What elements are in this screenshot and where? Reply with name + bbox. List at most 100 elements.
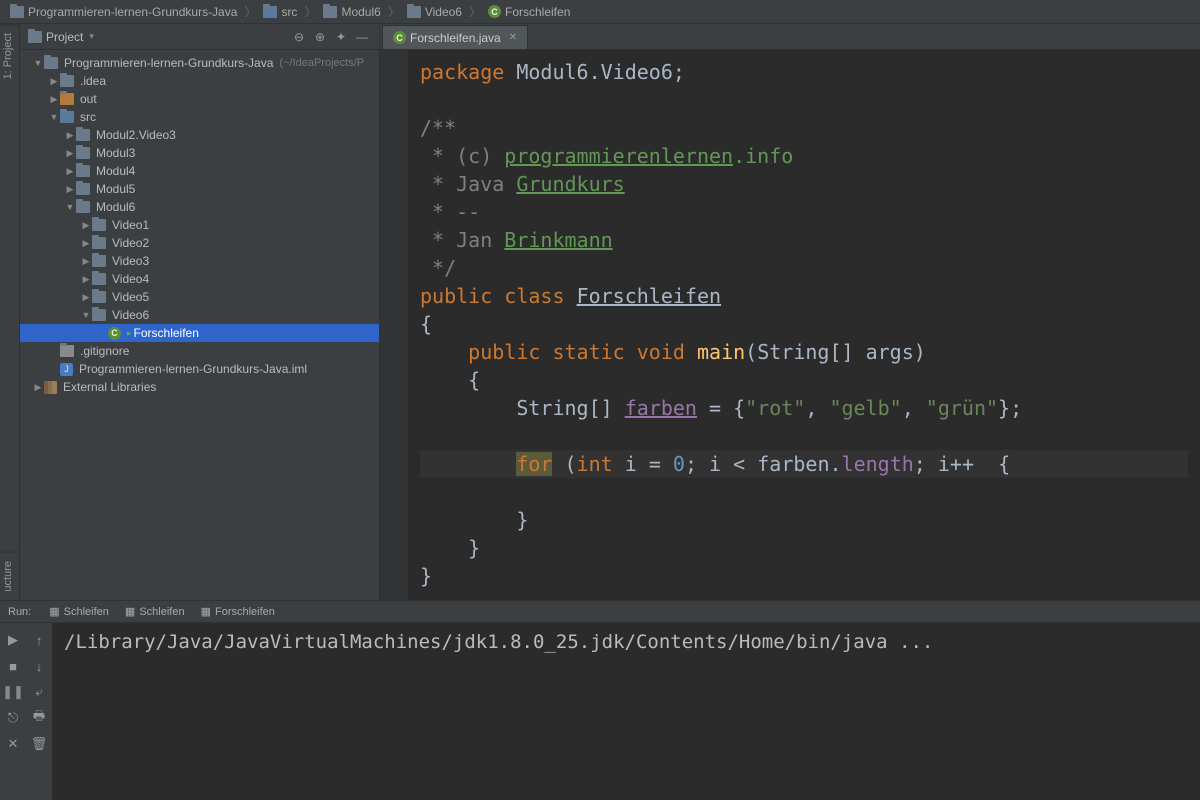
chevron-right-icon[interactable]: ▶ xyxy=(80,238,92,249)
pause-button[interactable]: ❚❚ xyxy=(2,681,24,703)
project-tool-tab[interactable]: 1: Project xyxy=(0,24,19,87)
chevron-down-icon[interactable]: ▼ xyxy=(32,58,44,68)
tree-item[interactable]: ▶ Video2 xyxy=(20,234,379,252)
breadcrumb-item[interactable]: CForschleifen xyxy=(484,5,574,19)
project-icon xyxy=(28,31,42,43)
folder-icon xyxy=(92,219,106,231)
down-button[interactable]: ↓ xyxy=(28,655,50,677)
tree-item-label: Video3 xyxy=(112,254,149,268)
folder-icon xyxy=(10,6,24,18)
editor-gutter xyxy=(380,50,408,600)
tree-item[interactable]: ▶ Video5 xyxy=(20,288,379,306)
tree-item-label: Programmieren-lernen-Grundkurs-Java xyxy=(64,56,273,70)
console-output[interactable]: /Library/Java/JavaVirtualMachines/jdk1.8… xyxy=(52,623,1200,800)
breadcrumb-item[interactable]: Programmieren-lernen-Grundkurs-Java xyxy=(6,5,241,19)
folder-icon xyxy=(76,183,90,195)
chevron-down-icon[interactable]: ▼ xyxy=(80,310,92,320)
chevron-right-icon[interactable]: ▶ xyxy=(48,76,60,87)
tree-item[interactable]: ▶ .idea xyxy=(20,72,379,90)
collapse-all-button[interactable]: ⊖ xyxy=(290,28,308,46)
trash-button[interactable]: 🗑 xyxy=(28,733,50,755)
run-config-tab[interactable]: ▦ Schleifen xyxy=(41,605,117,618)
tree-item[interactable]: ▶ External Libraries xyxy=(20,378,379,396)
tree-item-label: Programmieren-lernen-Grundkurs-Java.iml xyxy=(79,362,307,376)
tree-item[interactable]: ▶Modul3 xyxy=(20,144,379,162)
chevron-right-icon[interactable]: ▶ xyxy=(80,274,92,285)
chevron-down-icon[interactable]: ▼ xyxy=(64,202,76,212)
tree-item-label: Video5 xyxy=(112,290,149,304)
left-tool-stripe: 1: Project ucture xyxy=(0,24,20,600)
chevron-right-icon[interactable]: ▶ xyxy=(80,256,92,267)
print-button[interactable]: 🖶 xyxy=(28,707,50,729)
scroll-to-source-button[interactable]: ⊕ xyxy=(311,28,329,46)
breadcrumb-item[interactable]: Modul6 xyxy=(319,5,384,19)
editor-tab-label: Forschleifen.java xyxy=(410,31,501,45)
wrap-button[interactable]: ⤶ xyxy=(28,681,50,703)
chevron-right-icon[interactable]: ▶ xyxy=(64,130,76,141)
class-icon: C xyxy=(488,5,501,18)
library-icon xyxy=(44,381,57,394)
code-area[interactable]: package Modul6.Video6; /** * (c) program… xyxy=(408,50,1200,600)
breadcrumb-item[interactable]: src xyxy=(259,5,301,19)
project-tool-header: Project ▾ ⊖ ⊕ ✦ — xyxy=(20,24,379,50)
tree-item-label: External Libraries xyxy=(63,380,156,394)
tree-item[interactable]: ▶Modul2.Video3 xyxy=(20,126,379,144)
tree-item-label: Forschleifen xyxy=(134,326,199,340)
project-tree[interactable]: ▼ Programmieren-lernen-Grundkurs-Java (~/I… xyxy=(20,50,379,600)
folder-icon xyxy=(76,165,90,177)
chevron-right-icon: 〉 xyxy=(244,3,256,20)
tree-item[interactable]: ▼Video6 xyxy=(20,306,379,324)
tree-item-selected[interactable]: C▸Forschleifen xyxy=(20,324,379,342)
chevron-right-icon[interactable]: ▶ xyxy=(80,220,92,231)
tree-item[interactable]: ▼src xyxy=(20,108,379,126)
run-config-tab[interactable]: ▦ Forschleifen xyxy=(193,605,283,618)
run-config-tab[interactable]: ▦ Schleifen xyxy=(117,605,193,618)
chevron-down-icon[interactable]: ▼ xyxy=(48,112,60,122)
tree-item-label: Video2 xyxy=(112,236,149,250)
tree-item[interactable]: .gitignore xyxy=(20,342,379,360)
chevron-right-icon[interactable]: ▶ xyxy=(80,292,92,303)
folder-icon xyxy=(76,201,90,213)
editor-tab[interactable]: C Forschleifen.java ✕ xyxy=(382,25,528,49)
class-icon: C xyxy=(108,327,121,340)
chevron-right-icon[interactable]: ▶ xyxy=(64,166,76,177)
up-button[interactable]: ↑ xyxy=(28,629,50,651)
folder-icon xyxy=(92,255,106,267)
folder-icon xyxy=(263,6,277,18)
tree-item[interactable]: JProgrammieren-lernen-Grundkurs-Java.iml xyxy=(20,360,379,378)
run-header: Run: ▦ Schleifen ▦ Schleifen ▦ Forschlei… xyxy=(0,601,1200,623)
tree-item[interactable]: ▶Modul5 xyxy=(20,180,379,198)
folder-icon xyxy=(407,6,421,18)
tree-item[interactable]: ▼ Programmieren-lernen-Grundkurs-Java (~/I… xyxy=(20,54,379,72)
tree-item[interactable]: ▶Video4 xyxy=(20,270,379,288)
close-button[interactable]: ✕ xyxy=(2,733,24,755)
run-toolbar-right: ↑ ↓ ⤶ 🖶 🗑 xyxy=(26,623,52,800)
tree-item[interactable]: ▼Modul6 xyxy=(20,198,379,216)
code-editor[interactable]: package Modul6.Video6; /** * (c) program… xyxy=(380,50,1200,600)
chevron-right-icon[interactable]: ▶ xyxy=(64,184,76,195)
stop-button[interactable]: ■ xyxy=(2,655,24,677)
class-icon: C xyxy=(393,31,406,44)
folder-icon xyxy=(92,237,106,249)
tree-item-path: (~/IdeaProjects/P xyxy=(279,57,364,69)
tree-item[interactable]: ▶out xyxy=(20,90,379,108)
tree-item[interactable]: ▶Modul4 xyxy=(20,162,379,180)
chevron-right-icon[interactable]: ▶ xyxy=(48,94,60,105)
dropdown-icon[interactable]: ▾ xyxy=(89,31,94,42)
chevron-right-icon[interactable]: ▶ xyxy=(64,148,76,159)
tree-item-label: .idea xyxy=(80,74,106,88)
folder-icon xyxy=(76,129,90,141)
close-icon[interactable]: ✕ xyxy=(509,32,517,43)
structure-tool-tab[interactable]: ucture xyxy=(0,552,19,600)
run-tool-window: Run: ▦ Schleifen ▦ Schleifen ▦ Forschlei… xyxy=(0,600,1200,800)
exit-button[interactable]: ⎋ xyxy=(2,707,24,729)
rerun-button[interactable]: ▶ xyxy=(2,629,24,651)
settings-button[interactable]: ✦ xyxy=(332,28,350,46)
breadcrumb-bar: Programmieren-lernen-Grundkurs-Java 〉 sr… xyxy=(0,0,1200,24)
hide-button[interactable]: — xyxy=(353,28,371,46)
tree-item[interactable]: ▶Video1 xyxy=(20,216,379,234)
breadcrumb-item[interactable]: Video6 xyxy=(403,5,466,19)
project-sidebar: Project ▾ ⊖ ⊕ ✦ — ▼ Programmieren-lernen-… xyxy=(20,24,380,600)
tree-item[interactable]: ▶ Video3 xyxy=(20,252,379,270)
chevron-right-icon[interactable]: ▶ xyxy=(32,382,44,393)
